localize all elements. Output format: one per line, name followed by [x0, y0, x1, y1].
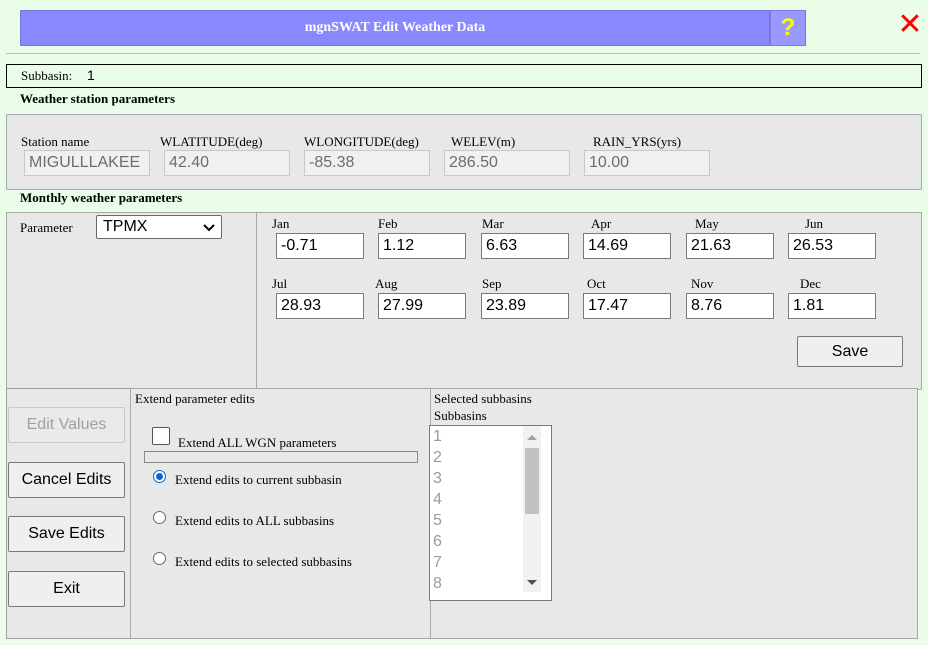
month-field-nov[interactable]: 8.76	[686, 293, 774, 319]
month-label-jun: Jun	[805, 216, 824, 231]
longitude-label: WLONGITUDE(deg)	[304, 134, 419, 149]
divider	[6, 53, 920, 54]
month-field-jun[interactable]: 26.53	[788, 233, 876, 259]
month-field-aug[interactable]: 27.99	[378, 293, 466, 319]
month-field-jan[interactable]: -0.71	[276, 233, 364, 259]
radio-all-subbasins-label: Extend edits to ALL subbasins	[175, 513, 335, 528]
help-button[interactable]: ?	[770, 10, 806, 46]
window-title: mgnSWAT Edit Weather Data	[20, 10, 770, 46]
monthly-section-title: Monthly weather parameters	[20, 190, 183, 205]
station-name-label: Station name	[21, 134, 90, 149]
radio-all-subbasins[interactable]	[153, 511, 166, 524]
cancel-edits-button[interactable]: Cancel Edits	[8, 462, 125, 498]
selected-subbasins-title: Selected subbasins	[434, 391, 532, 406]
month-field-dec[interactable]: 1.81	[788, 293, 876, 319]
month-field-may[interactable]: 21.63	[686, 233, 774, 259]
list-item[interactable]: 2	[433, 447, 523, 468]
actions-panel: Edit Values Cancel Edits Save Edits Exit	[6, 388, 132, 639]
month-label-dec: Dec	[800, 276, 821, 291]
exit-button[interactable]: Exit	[8, 571, 125, 607]
month-label-apr: Apr	[591, 216, 612, 231]
month-field-sep[interactable]: 23.89	[481, 293, 569, 319]
latitude-field[interactable]: 42.40	[164, 150, 290, 176]
subbasin-value: 1	[87, 67, 95, 83]
list-item[interactable]: 6	[433, 531, 523, 552]
radio-current-subbasin[interactable]	[153, 470, 166, 483]
parameter-selected-value: TPMX	[103, 218, 148, 235]
month-label-sep: Sep	[482, 276, 502, 291]
station-name-field[interactable]: MIGULLLAKEE	[24, 150, 150, 176]
list-item[interactable]: 3	[433, 468, 523, 489]
month-label-mar: Mar	[482, 216, 504, 231]
month-field-apr[interactable]: 14.69	[583, 233, 671, 259]
month-label-jul: Jul	[272, 276, 288, 291]
radio-current-subbasin-label: Extend edits to current subbasin	[175, 472, 342, 487]
month-field-jul[interactable]: 28.93	[276, 293, 364, 319]
close-icon[interactable]: ✕	[896, 10, 924, 40]
extend-panel: Extend parameter edits Extend ALL WGN pa…	[130, 388, 432, 639]
radio-selected-subbasins-label: Extend edits to selected subbasins	[175, 554, 352, 569]
selected-subbasins-panel: Selected subbasins Subbasins 1 2 3 4 5 6…	[429, 388, 918, 639]
save-edits-button[interactable]: Save Edits	[8, 516, 125, 552]
radio-selected-subbasins[interactable]	[153, 552, 166, 565]
subbasin-label: Subbasin:	[21, 68, 73, 83]
parameter-label: Parameter	[20, 220, 73, 235]
scrollbar[interactable]	[523, 426, 541, 592]
month-field-feb[interactable]: 1.12	[378, 233, 466, 259]
subbasins-list: 1 2 3 4 5 6 7 8	[433, 426, 523, 594]
month-label-jan: Jan	[272, 216, 290, 231]
months-panel: Jan Feb Mar Apr May Jun -0.71 1.12 6.63 …	[256, 212, 922, 390]
edit-values-button[interactable]: Edit Values	[8, 407, 125, 443]
station-section-title: Weather station parameters	[20, 91, 176, 106]
latitude-label: WLATITUDE(deg)	[160, 134, 263, 149]
parameter-panel: Parameter TPMX	[6, 212, 258, 390]
scrollbar-thumb[interactable]	[525, 448, 539, 514]
rain-years-label: RAIN_YRS(yrs)	[593, 134, 682, 149]
chevron-down-icon	[203, 224, 215, 232]
subbasins-listbox[interactable]: 1 2 3 4 5 6 7 8	[429, 425, 552, 601]
month-label-aug: Aug	[375, 276, 398, 291]
extend-divider	[144, 451, 418, 463]
extend-all-wgn-checkbox[interactable]	[152, 427, 170, 445]
extend-title: Extend parameter edits	[135, 391, 255, 406]
subbasins-list-header: Subbasins	[434, 408, 487, 423]
month-label-may: May	[695, 216, 719, 231]
month-label-feb: Feb	[378, 216, 398, 231]
elevation-label: WELEV(m)	[451, 134, 516, 149]
month-field-mar[interactable]: 6.63	[481, 233, 569, 259]
list-item[interactable]: 8	[433, 573, 523, 594]
elevation-field[interactable]: 286.50	[444, 150, 570, 176]
rain-years-field[interactable]: 10.00	[584, 150, 710, 176]
list-item[interactable]: 5	[433, 510, 523, 531]
month-field-oct[interactable]: 17.47	[583, 293, 671, 319]
month-label-oct: Oct	[587, 276, 606, 291]
list-item[interactable]: 4	[433, 489, 523, 510]
list-item[interactable]: 1	[433, 426, 523, 447]
list-item[interactable]: 7	[433, 552, 523, 573]
subbasin-box: Subbasin: 1	[6, 64, 922, 88]
scroll-down-icon[interactable]	[527, 580, 537, 586]
parameter-select[interactable]: TPMX	[96, 215, 222, 239]
extend-all-wgn-label: Extend ALL WGN parameters	[178, 435, 337, 450]
station-panel: Station name WLATITUDE(deg) WLONGITUDE(d…	[6, 114, 922, 190]
scroll-up-icon[interactable]	[527, 434, 537, 440]
month-label-nov: Nov	[691, 276, 714, 291]
longitude-field[interactable]: -85.38	[304, 150, 430, 176]
save-button[interactable]: Save	[797, 336, 903, 367]
